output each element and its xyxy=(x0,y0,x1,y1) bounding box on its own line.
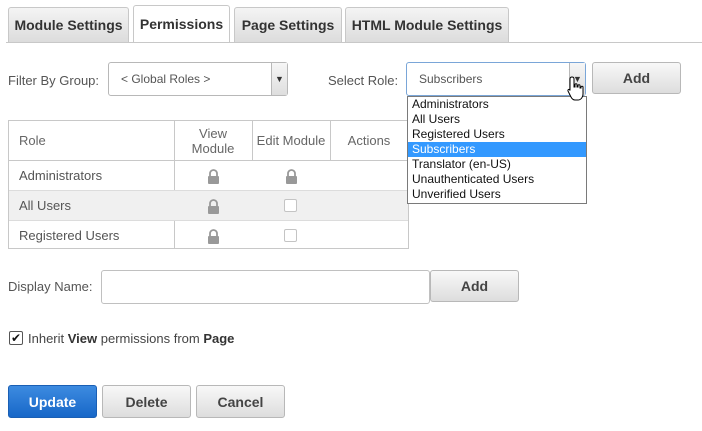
role-select[interactable]: Subscribers ▼ xyxy=(406,62,586,96)
filter-group-value: < Global Roles > xyxy=(121,72,211,86)
edit-permission-checkbox[interactable] xyxy=(284,199,297,212)
lock-icon xyxy=(208,229,219,244)
display-name-input[interactable] xyxy=(101,270,430,304)
header-actions: Actions xyxy=(347,133,391,148)
role-option[interactable]: Unverified Users xyxy=(408,187,586,202)
tab-divider xyxy=(6,42,702,43)
row-role: Administrators xyxy=(19,168,103,183)
lock-icon xyxy=(208,169,219,184)
tab-html-module-settings[interactable]: HTML Module Settings xyxy=(345,7,509,42)
role-select-value: Subscribers xyxy=(419,72,483,86)
row-role: All Users xyxy=(19,198,72,213)
filter-group-label: Filter By Group: xyxy=(8,73,100,88)
tab-label: HTML Module Settings xyxy=(351,17,503,33)
role-option[interactable]: All Users xyxy=(408,112,586,127)
role-option-selected[interactable]: Subscribers xyxy=(408,142,586,157)
header-role: Role xyxy=(19,133,46,148)
header-view-line1: View xyxy=(199,125,227,141)
inherit-middle: permissions from xyxy=(97,331,204,346)
tab-label: Module Settings xyxy=(14,17,123,33)
header-view-module: View Module xyxy=(174,121,252,160)
header-edit-module: Edit Module xyxy=(256,133,326,148)
table-row: Registered Users xyxy=(9,221,408,248)
cancel-button[interactable]: Cancel xyxy=(196,385,285,418)
header-view-line2: Module xyxy=(191,140,235,156)
table-row: Administrators xyxy=(9,161,408,191)
display-name-label: Display Name: xyxy=(8,279,93,294)
grid-divider xyxy=(252,121,253,161)
lock-icon xyxy=(208,199,219,214)
grid-divider xyxy=(330,121,331,161)
row-role: Registered Users xyxy=(19,228,120,243)
role-option[interactable]: Unauthenticated Users xyxy=(408,172,586,187)
add-role-button[interactable]: Add xyxy=(592,62,681,94)
role-dropdown-list[interactable]: Administrators All Users Registered User… xyxy=(407,96,587,204)
delete-button[interactable]: Delete xyxy=(102,385,191,418)
hand-cursor-icon xyxy=(567,76,584,101)
select-role-label: Select Role: xyxy=(328,73,399,88)
inherit-prefix: Inherit xyxy=(28,331,68,346)
grid-header: Role View Module Edit Module Actions xyxy=(9,121,408,161)
filter-group-select[interactable]: < Global Roles > ▼ xyxy=(108,62,288,96)
inherit-checkbox[interactable]: ✔ xyxy=(9,331,23,345)
lock-icon xyxy=(286,169,297,184)
edit-permission-checkbox[interactable] xyxy=(284,229,297,242)
tab-label: Page Settings xyxy=(241,17,335,33)
role-option[interactable]: Translator (en-US) xyxy=(408,157,586,172)
permissions-grid: Role View Module Edit Module Actions Adm… xyxy=(8,120,409,249)
inherit-view: View xyxy=(67,331,98,346)
role-option[interactable]: Administrators xyxy=(408,97,586,112)
table-row: All Users xyxy=(9,191,408,221)
chevron-down-icon[interactable]: ▼ xyxy=(271,63,287,95)
update-button[interactable]: Update xyxy=(8,385,97,418)
add-user-button[interactable]: Add xyxy=(430,270,519,302)
role-option[interactable]: Registered Users xyxy=(408,127,586,142)
inherit-page: Page xyxy=(203,331,235,346)
tab-module-settings[interactable]: Module Settings xyxy=(8,7,129,42)
inherit-label: Inherit View permissions from Page xyxy=(28,331,234,346)
tab-permissions[interactable]: Permissions xyxy=(133,5,230,42)
tab-label: Permissions xyxy=(139,16,224,32)
tab-page-settings[interactable]: Page Settings xyxy=(234,7,342,42)
